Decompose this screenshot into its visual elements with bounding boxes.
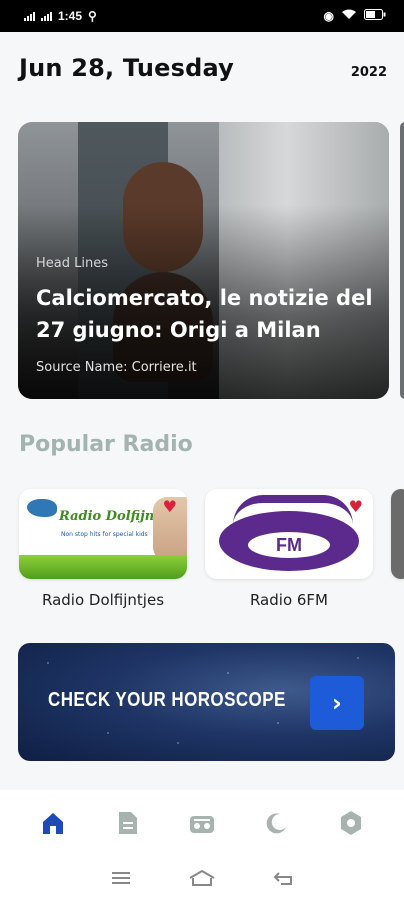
nav-horoscope[interactable] xyxy=(256,803,296,843)
year-label: 2022 xyxy=(350,65,387,80)
nav-home[interactable] xyxy=(33,803,73,843)
nav-news[interactable] xyxy=(108,803,148,843)
6fm-logo-text: FM xyxy=(276,534,302,555)
radio-card-dolfijntjes[interactable]: Radio Dolfijntjes Non stop hits for spec… xyxy=(19,489,187,579)
favorite-heart-icon[interactable]: ♥ xyxy=(163,497,177,516)
radio-name-6fm: Radio 6FM xyxy=(249,591,329,609)
system-home-icon xyxy=(189,869,215,886)
settings-icon xyxy=(340,811,361,835)
home-icon xyxy=(43,813,64,834)
chevron-right-icon: › xyxy=(332,689,342,717)
menu-icon xyxy=(111,872,130,884)
section-title-popular-radio: Popular Radio xyxy=(19,432,193,457)
wifi-icon xyxy=(342,9,356,23)
dolfijntjes-grass xyxy=(19,555,187,579)
battery-icon xyxy=(364,9,386,23)
headline-source: Source Name: Corriere.it xyxy=(36,360,197,375)
nav-radio[interactable] xyxy=(182,803,222,843)
status-bar: 1:45 ⚲ ◉ xyxy=(0,0,404,32)
signal-2-icon xyxy=(41,11,52,21)
radio-card-peek[interactable] xyxy=(391,489,404,579)
horoscope-arrow-button[interactable]: › xyxy=(310,676,364,730)
horoscope-label: CHECK YOUR HOROSCOPE xyxy=(48,689,286,711)
headline-label: Head Lines xyxy=(36,256,108,271)
bottom-nav xyxy=(0,790,404,856)
radio-card-6fm[interactable]: FM ♥ xyxy=(205,489,373,579)
recents-button[interactable] xyxy=(106,863,136,893)
page-title: Jun 28, Tuesday xyxy=(19,54,234,82)
signal-icon xyxy=(24,11,35,21)
status-right: ◉ xyxy=(324,9,386,23)
news-icon xyxy=(118,812,137,834)
usb-icon: ⚲ xyxy=(88,9,97,23)
moon-icon xyxy=(267,813,287,834)
home-button[interactable] xyxy=(187,863,217,893)
back-icon xyxy=(273,872,293,885)
radio-name-dolfijntjes: Radio Dolfijntjes xyxy=(41,591,165,609)
status-time: 1:45 xyxy=(58,9,83,23)
next-headline-card[interactable] xyxy=(400,122,404,399)
back-button[interactable] xyxy=(268,863,298,893)
date-header: Jun 28, Tuesday 2022 xyxy=(19,54,387,82)
alarm-icon: ◉ xyxy=(323,9,334,23)
system-nav xyxy=(0,856,404,900)
headline-title: Calciomercato, le notizie del 27 giugno:… xyxy=(36,286,373,342)
6fm-logo-inner: FM xyxy=(245,529,333,561)
status-left: 1:45 ⚲ xyxy=(24,9,97,23)
radio-icon xyxy=(189,816,214,833)
dolphin-logo-icon xyxy=(27,499,57,517)
dolfijntjes-tagline: Non stop hits for special kids xyxy=(61,531,148,538)
horoscope-banner[interactable]: CHECK YOUR HOROSCOPE › xyxy=(18,643,395,761)
headline-card[interactable]: Head Lines Calciomercato, le notizie del… xyxy=(18,122,389,399)
favorite-heart-icon[interactable]: ♥ xyxy=(349,497,363,516)
nav-settings[interactable] xyxy=(331,803,371,843)
